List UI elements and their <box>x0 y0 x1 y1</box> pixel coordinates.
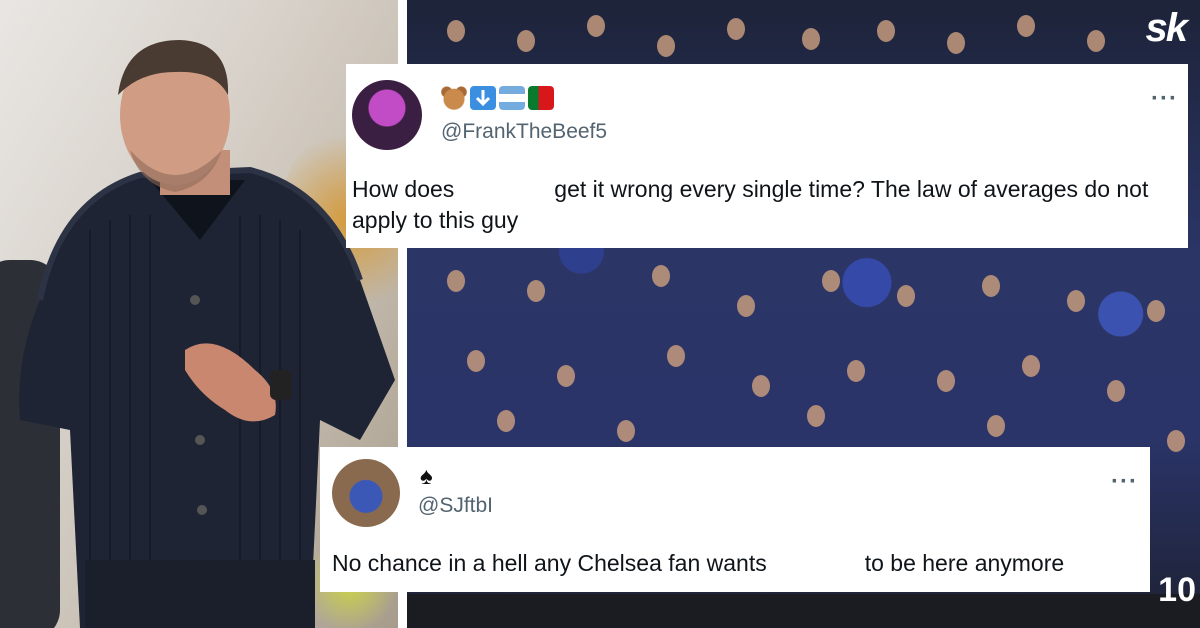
tweet-text-before: No chance in a hell any Chelsea fan want… <box>332 550 767 576</box>
tweet-text: No chance in a hell any Chelsea fan want… <box>332 548 1142 579</box>
user-handle[interactable]: @SJftbI <box>418 494 493 518</box>
avatar[interactable] <box>352 80 422 150</box>
down-arrow-icon <box>470 86 496 110</box>
tweet-text-after: to be here anymore <box>864 550 1065 576</box>
graphic-canvas: sk 10 @FrankTheBeef5 ··· How does get it … <box>0 0 1200 628</box>
user-handle[interactable]: @FrankTheBeef5 <box>441 120 607 144</box>
more-options-icon[interactable]: ··· <box>1151 87 1178 111</box>
bear-face-icon <box>441 86 467 110</box>
argentina-flag-icon <box>499 86 525 110</box>
spade-suit-icon: ♠ <box>420 463 433 490</box>
tweet-card-1: @FrankTheBeef5 ··· How does get it wrong … <box>346 64 1188 248</box>
more-options-icon[interactable]: ··· <box>1111 470 1138 494</box>
tweet-text-before: How does <box>352 176 455 202</box>
sportskeeda-logo: sk <box>1145 6 1188 50</box>
portugal-flag-icon <box>528 86 554 110</box>
avatar[interactable] <box>332 459 400 527</box>
tweet-text: How does get it wrong every single time? … <box>352 174 1182 236</box>
display-name-emojis <box>441 86 554 110</box>
display-name-emojis: ♠ <box>420 465 433 489</box>
corner-number: 10 <box>1158 571 1196 609</box>
tweet-card-2: ♠ @SJftbI ··· No chance in a hell any Ch… <box>320 447 1150 592</box>
tweet-text-after: get it wrong every single time? The law … <box>352 176 1149 233</box>
